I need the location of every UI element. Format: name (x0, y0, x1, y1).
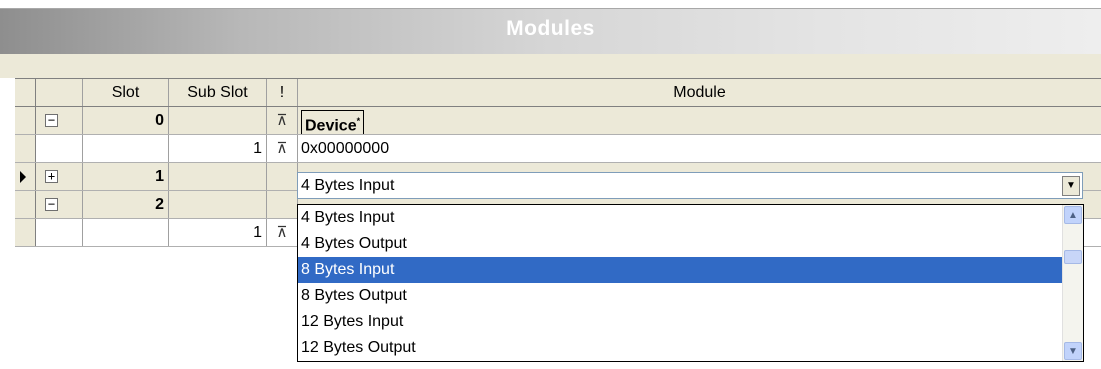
module-combobox[interactable]: 4 Bytes Input ▼ (297, 172, 1083, 199)
device-label-text: Device (305, 117, 357, 134)
collapse-icon[interactable]: − (45, 114, 58, 127)
header-expander-cell (36, 79, 83, 106)
scrollbar-thumb[interactable] (1064, 250, 1082, 264)
slot-cell[interactable]: 2 (83, 191, 169, 218)
dropdown-option[interactable]: 4 Bytes Input (298, 205, 1063, 231)
arrow-up-icon[interactable]: ▲ (1064, 206, 1082, 224)
dropdown-option[interactable]: 12 Bytes Output (298, 335, 1063, 361)
module-cell[interactable]: Device* (298, 107, 1101, 134)
column-header-module[interactable]: Module (298, 79, 1101, 106)
pin-icon: ⊼ (267, 219, 298, 246)
modules-title-bar: Modules (0, 8, 1101, 54)
column-header-slot[interactable]: Slot (83, 79, 169, 106)
expand-icon[interactable]: + (45, 170, 58, 183)
slot-cell[interactable] (83, 135, 169, 162)
column-header-subslot[interactable]: Sub Slot (169, 79, 267, 106)
slot-cell[interactable]: 1 (83, 163, 169, 190)
device-mark: * (356, 116, 361, 126)
row-selector[interactable] (15, 135, 36, 162)
module-combobox-value: 4 Bytes Input (301, 177, 395, 194)
module-dropdown-list[interactable]: 4 Bytes Input 4 Bytes Output 8 Bytes Inp… (297, 204, 1084, 362)
subslot-cell[interactable] (169, 163, 267, 190)
table-row[interactable]: 1 ⊼ 0x00000000 (15, 135, 1101, 163)
table-row[interactable]: − 0 ⊼ Device* (15, 107, 1101, 135)
toolbar-strip (0, 54, 1101, 78)
dropdown-option[interactable]: 12 Bytes Input (298, 309, 1063, 335)
expander-cell (36, 135, 83, 162)
row-selector[interactable] (15, 191, 36, 218)
expander-cell: − (36, 107, 83, 134)
device-label: Device* (301, 110, 365, 134)
module-cell[interactable]: 0x00000000 (298, 135, 1101, 162)
subslot-cell[interactable] (169, 107, 267, 134)
expander-cell (36, 219, 83, 246)
row-selector[interactable] (15, 163, 36, 190)
subslot-cell[interactable] (169, 191, 267, 218)
subslot-cell[interactable]: 1 (169, 135, 267, 162)
dropdown-option-highlighted[interactable]: 8 Bytes Input (298, 257, 1063, 283)
arrow-right-icon (20, 171, 26, 183)
dropdown-option[interactable]: 4 Bytes Output (298, 231, 1063, 257)
flag-cell (267, 163, 298, 190)
collapse-icon[interactable]: − (45, 198, 58, 211)
flag-cell (267, 191, 298, 218)
header-selector-cell (15, 79, 36, 106)
grid-header: Slot Sub Slot ! Module (15, 79, 1101, 107)
dropdown-scrollbar[interactable]: ▲ ▼ (1062, 205, 1083, 361)
slot-cell[interactable]: 0 (83, 107, 169, 134)
expander-cell: + (36, 163, 83, 190)
slot-cell[interactable] (83, 219, 169, 246)
pin-icon: ⊼ (267, 135, 298, 162)
chevron-down-icon[interactable]: ▼ (1062, 176, 1080, 196)
subslot-cell[interactable]: 1 (169, 219, 267, 246)
row-selector[interactable] (15, 219, 36, 246)
expander-cell: − (36, 191, 83, 218)
pin-icon: ⊼ (267, 107, 298, 134)
column-header-flag[interactable]: ! (267, 79, 298, 106)
arrow-down-icon[interactable]: ▼ (1064, 342, 1082, 360)
dropdown-option[interactable]: 8 Bytes Output (298, 283, 1063, 309)
window-title: Modules (506, 17, 595, 40)
row-selector[interactable] (15, 107, 36, 134)
